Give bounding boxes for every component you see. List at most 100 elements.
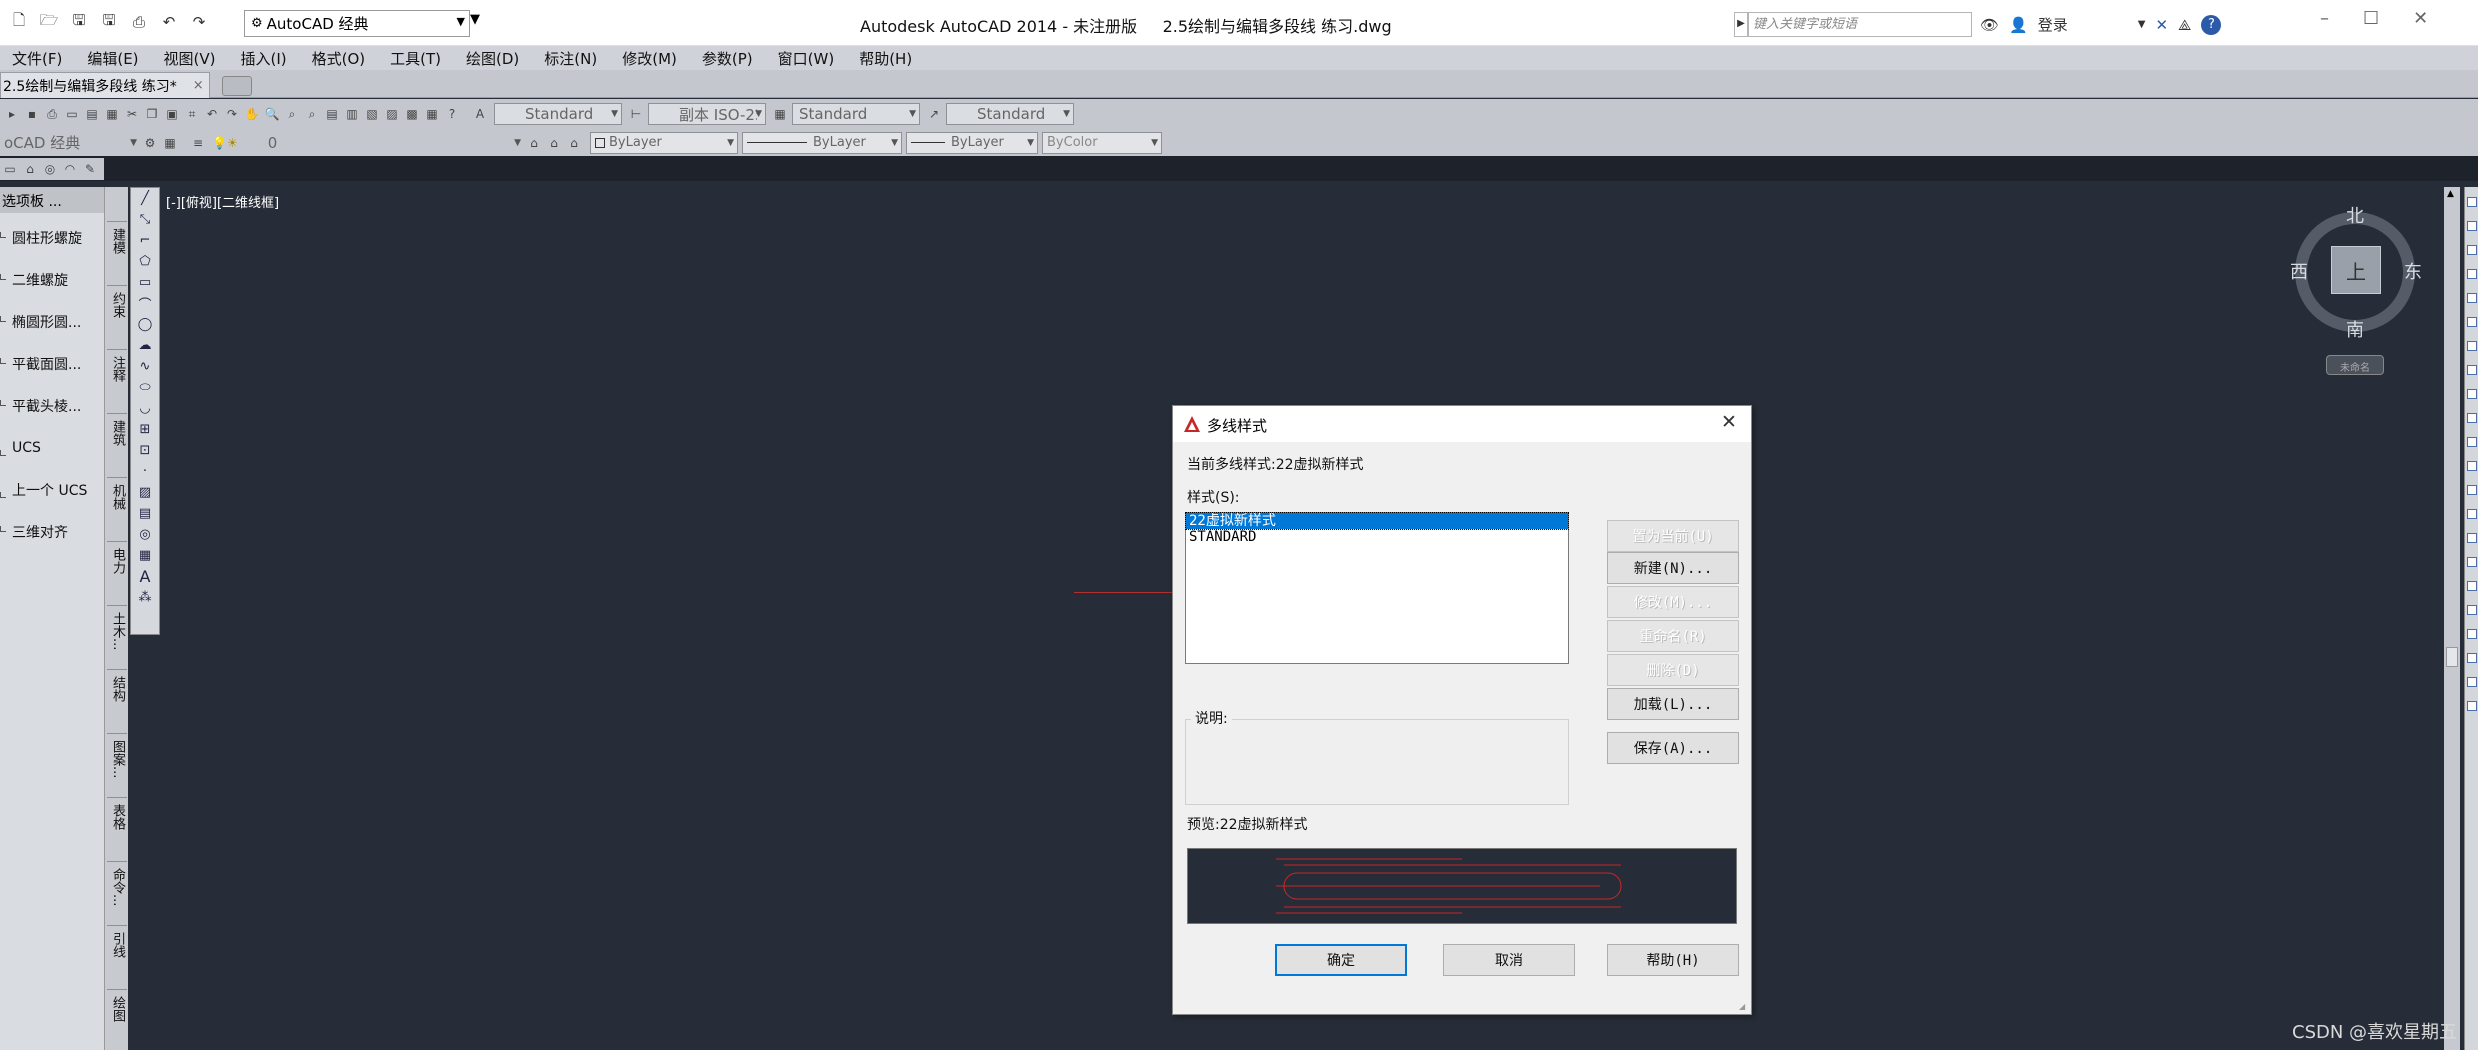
- tab-electrical[interactable]: 电力: [107, 541, 127, 605]
- edit-icon[interactable]: ✎: [80, 159, 100, 179]
- open-icon[interactable]: ▸: [2, 104, 22, 124]
- style-list[interactable]: 22虚拟新样式 STANDARD: [1185, 512, 1569, 664]
- set-current-button[interactable]: 置为当前(U): [1607, 520, 1739, 552]
- menu-help[interactable]: 帮助(H): [859, 48, 912, 69]
- print-icon[interactable]: ⎙: [42, 104, 62, 124]
- gradient-icon[interactable]: ▤: [131, 503, 159, 524]
- list-item[interactable]: STANDARD: [1186, 529, 1568, 545]
- mirror-icon[interactable]: [2467, 245, 2477, 255]
- circle-icon[interactable]: ◯: [131, 314, 159, 335]
- binoculars-icon[interactable]: 👁: [1980, 16, 1999, 34]
- modify-button[interactable]: 修改(M)...: [1607, 586, 1739, 618]
- array-icon[interactable]: [2467, 293, 2477, 303]
- mtext-icon[interactable]: A: [131, 566, 159, 587]
- layer-select[interactable]: 💡☀ 0 ▼: [208, 131, 524, 154]
- undo-icon[interactable]: ↶: [157, 10, 181, 34]
- menu-tools[interactable]: 工具(T): [390, 48, 441, 69]
- cut-icon[interactable]: ✂: [122, 104, 142, 124]
- minimize-icon[interactable]: –: [2320, 8, 2329, 29]
- palette-item-frustum-cone[interactable]: 平截面圆...: [0, 344, 100, 384]
- redo-icon[interactable]: ↷: [187, 10, 211, 34]
- copy-icon[interactable]: ❐: [142, 104, 162, 124]
- color-select[interactable]: ByLayer ▼: [590, 131, 738, 154]
- new-tab-button[interactable]: [222, 76, 252, 96]
- viewport-controls[interactable]: [-][俯视][二维线框]: [166, 192, 279, 211]
- palette-item-3d-align[interactable]: 三维对齐: [0, 512, 100, 552]
- sheet-set-icon[interactable]: ▨: [382, 104, 402, 124]
- polyline-icon[interactable]: ⌐: [131, 230, 159, 251]
- tab-document[interactable]: 2.5绘制与编辑多段线 练习* ×: [0, 72, 210, 98]
- tab-constraints[interactable]: 约束: [107, 285, 127, 349]
- close-icon[interactable]: ✕: [2413, 8, 2428, 29]
- hatch-icon[interactable]: ▨: [131, 482, 159, 503]
- redo-icon[interactable]: ↷: [222, 104, 242, 124]
- layer-icon[interactable]: ▭: [0, 159, 20, 179]
- polyline-icon[interactable]: ⌂: [20, 159, 40, 179]
- tab-modeling[interactable]: 建模: [107, 221, 127, 285]
- plot-icon[interactable]: ▦: [102, 104, 122, 124]
- maximize-icon[interactable]: ☐: [2363, 8, 2379, 29]
- menu-modify[interactable]: 修改(M): [622, 48, 677, 69]
- properties-icon[interactable]: ▤: [322, 104, 342, 124]
- tab-leaders[interactable]: 引线: [107, 925, 127, 989]
- workspace-select[interactable]: ⚙ AutoCAD 经典 ▼: [244, 10, 470, 37]
- menu-edit[interactable]: 编辑(E): [87, 48, 138, 69]
- rotate-icon[interactable]: [2467, 341, 2477, 351]
- linetype-select[interactable]: ByLayer ▼: [742, 131, 902, 154]
- palette-item-ucs-prev[interactable]: 上一个 UCS: [0, 470, 100, 510]
- print-icon[interactable]: ⎙: [127, 10, 151, 34]
- scroll-up-icon[interactable]: ▲: [2447, 189, 2454, 199]
- palette-item-ucs[interactable]: UCS: [0, 428, 100, 468]
- ellipse-icon[interactable]: ⬭: [131, 377, 159, 398]
- match-properties-icon[interactable]: ⌗: [182, 104, 202, 124]
- offset-icon[interactable]: [2467, 269, 2477, 279]
- list-item[interactable]: 22虚拟新样式: [1185, 512, 1569, 530]
- line-icon[interactable]: ╱: [131, 188, 159, 209]
- circle-icon[interactable]: ◎: [40, 159, 60, 179]
- save-as-icon[interactable]: 🖫: [97, 10, 121, 34]
- point-icon[interactable]: ·: [131, 461, 159, 482]
- break-icon[interactable]: [2467, 461, 2477, 471]
- tab-annotation[interactable]: 注释: [107, 349, 127, 413]
- ellipse-arc-icon[interactable]: ◡: [131, 398, 159, 419]
- make-block-icon[interactable]: ⊡: [131, 440, 159, 461]
- table-icon[interactable]: ▦: [131, 545, 159, 566]
- trim-icon[interactable]: [2467, 413, 2477, 423]
- menu-draw[interactable]: 绘图(D): [466, 48, 519, 69]
- revcloud-icon[interactable]: ☁: [131, 335, 159, 356]
- compass-north[interactable]: 北: [2346, 202, 2364, 228]
- stretch-icon[interactable]: [2467, 389, 2477, 399]
- palette-item-frustum-pyramid[interactable]: 平截头棱...: [0, 386, 100, 426]
- help-icon[interactable]: ?: [2201, 14, 2222, 35]
- markup-icon[interactable]: ▩: [402, 104, 422, 124]
- customize-toolbar-button[interactable]: ▼: [470, 12, 488, 34]
- save-icon[interactable]: 🖫: [67, 10, 91, 34]
- menu-dimension[interactable]: 标注(N): [544, 48, 597, 69]
- menu-file[interactable]: 文件(F): [12, 48, 62, 69]
- undo-icon[interactable]: ↶: [202, 104, 222, 124]
- mleader-style-select[interactable]: Standard ▼: [946, 103, 1074, 125]
- table-style-select[interactable]: Standard ▼: [792, 103, 920, 125]
- chamfer-icon[interactable]: [2467, 509, 2477, 519]
- fillet-icon[interactable]: [2467, 533, 2477, 543]
- properties-icon[interactable]: [2467, 605, 2477, 615]
- text-style-select[interactable]: Standard ▼: [494, 103, 622, 125]
- compass-east[interactable]: 东: [2404, 258, 2422, 284]
- scroll-thumb[interactable]: [2446, 647, 2458, 667]
- resize-grip-icon[interactable]: ◢: [1739, 1002, 1749, 1012]
- exchange-icon[interactable]: ✕: [2155, 16, 2168, 34]
- compass-west[interactable]: 西: [2290, 258, 2308, 284]
- menu-parametric[interactable]: 参数(P): [702, 48, 753, 69]
- extend-icon[interactable]: [2467, 437, 2477, 447]
- palette-item-helix-cyl[interactable]: 圆柱形螺旋: [0, 218, 100, 258]
- rectangle-icon[interactable]: ▭: [131, 272, 159, 293]
- open-file-icon[interactable]: 🗁: [37, 10, 61, 34]
- tab-structural[interactable]: 结构: [107, 669, 127, 733]
- close-icon[interactable]: ✕: [1721, 411, 1737, 433]
- autodesk-360-icon[interactable]: ⟁: [2178, 16, 2191, 34]
- menu-format[interactable]: 格式(O): [312, 48, 366, 69]
- design-center-icon[interactable]: ▥: [342, 104, 362, 124]
- preview-icon[interactable]: ▭: [62, 104, 82, 124]
- calculator-icon[interactable]: ▦: [422, 104, 442, 124]
- hatch-edit-icon[interactable]: [2467, 677, 2477, 687]
